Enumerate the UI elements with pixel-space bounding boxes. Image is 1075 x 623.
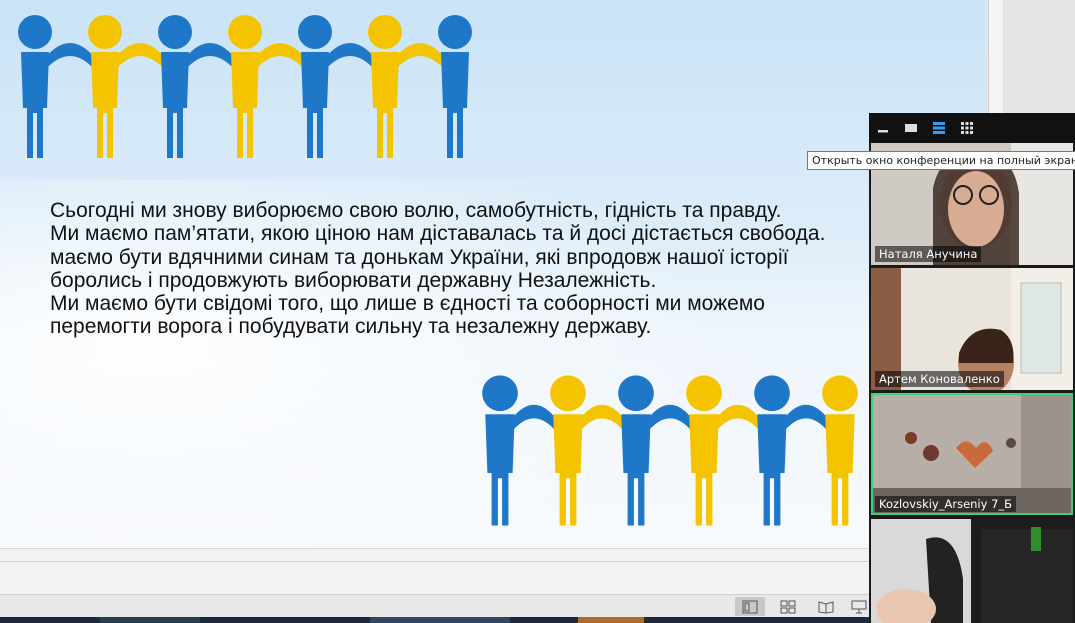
zoom-toolbar [869, 113, 1075, 143]
speaker-view-icon[interactable] [899, 119, 923, 137]
participant-name: Kozlovskiy_Arseniy 7_Б [875, 496, 1017, 512]
slide-text-line: маємо бути вдячними синам та донькам Укр… [50, 245, 789, 269]
slide-text-line: боролись і продовжують виборювати держав… [50, 268, 657, 292]
reading-view-icon[interactable] [811, 597, 841, 616]
status-bar [0, 594, 870, 618]
fullscreen-tooltip: Открыть окно конференции на полный экран [807, 151, 1075, 170]
slide-canvas: Сьогодні ми знову виборюємо свою волю, с… [0, 0, 985, 548]
slide-text-line: перемогти ворога і побудувати сильну та … [50, 315, 652, 339]
participant-name: Артем Коноваленко [875, 371, 1004, 387]
slide-text-line: Сьогодні ми знову виборюємо свою волю, с… [50, 199, 782, 222]
participant-video-tile[interactable] [871, 519, 1073, 623]
minimize-icon[interactable] [871, 119, 895, 137]
slide-text: Сьогодні ми знову виборюємо свою волю, с… [50, 199, 890, 339]
participant-video-tile[interactable]: Артем Коноваленко [871, 268, 1073, 390]
garland-bottom-image [482, 375, 858, 526]
participant-video-tile-active[interactable]: Kozlovskiy_Arseniy 7_Б [871, 393, 1073, 515]
slide-text-line: Ми маємо пам’ятати, якою ціною нам діста… [50, 222, 826, 246]
slideshow-icon[interactable] [849, 597, 869, 616]
notes-pane[interactable] [0, 548, 870, 595]
slide-sorter-icon[interactable] [773, 597, 803, 616]
zoom-participants-panel: Наталя Анучина Артем Коноваленко Kozlovs… [869, 113, 1075, 623]
slide-text-line: Ми маємо бути свідомі того, що лише в єд… [50, 292, 765, 316]
normal-view-icon[interactable] [735, 597, 765, 616]
participant-name: Наталя Анучина [875, 246, 982, 262]
gallery-view-icon[interactable] [955, 119, 979, 137]
garland-top-image [18, 15, 472, 158]
strip-view-icon[interactable] [927, 119, 951, 137]
